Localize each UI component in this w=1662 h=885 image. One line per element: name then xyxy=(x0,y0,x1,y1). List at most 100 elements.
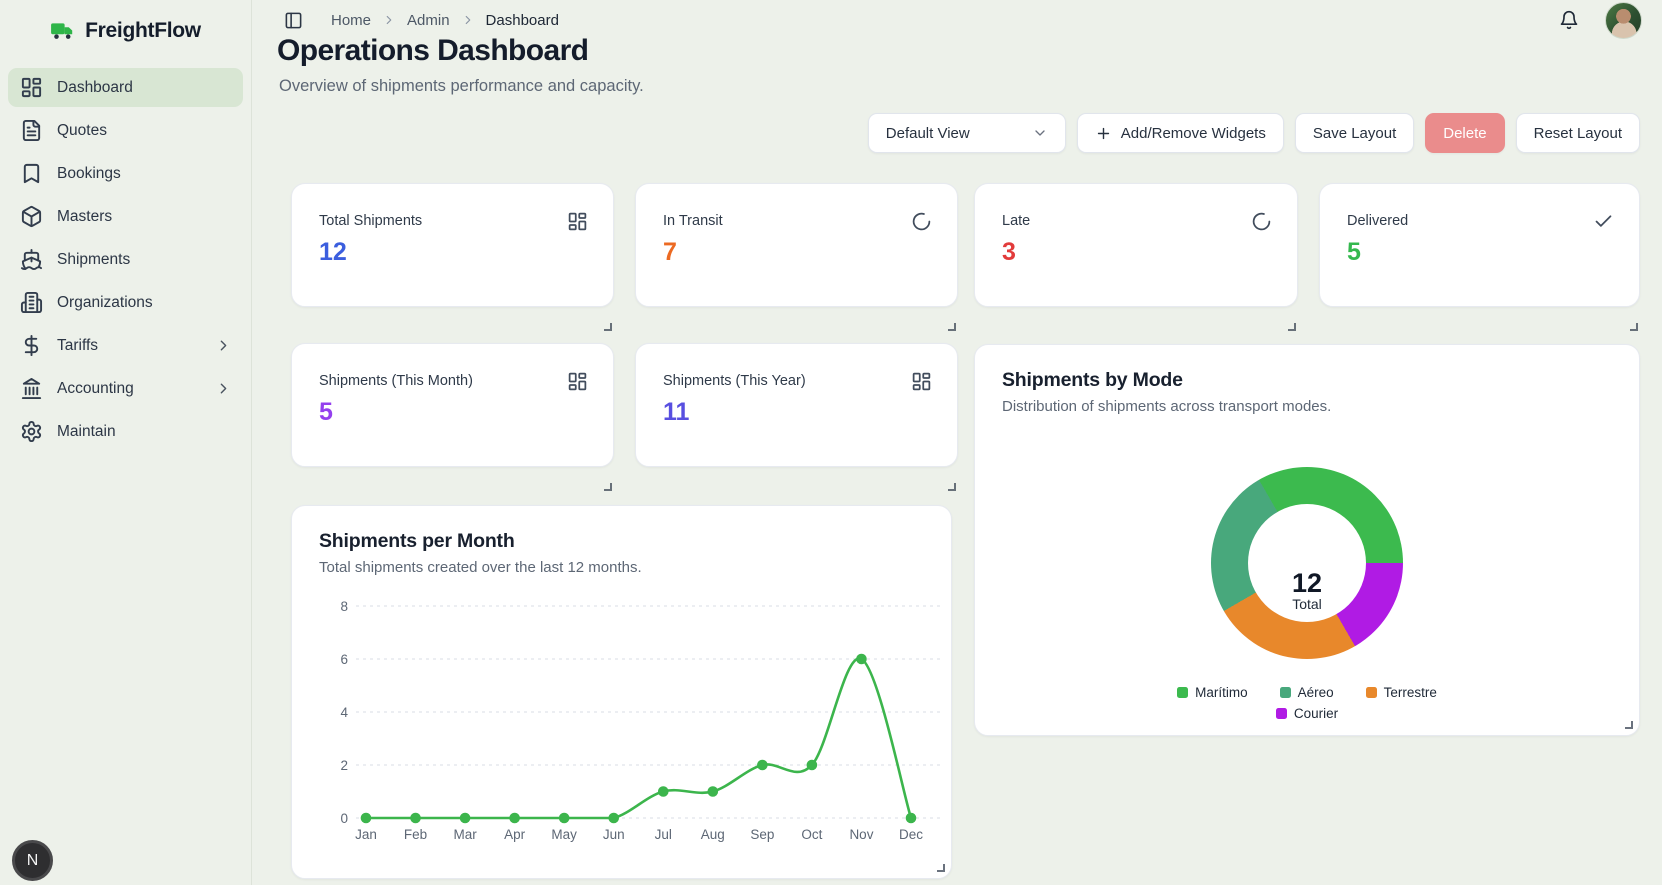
svg-text:2: 2 xyxy=(340,758,348,773)
dashboard-grid-icon xyxy=(911,371,932,392)
sidebar-item-bookings[interactable]: Bookings xyxy=(8,154,243,193)
stat-value: 11 xyxy=(663,398,689,427)
sidebar-item-label: Maintain xyxy=(57,423,116,441)
stat-card-shipments-month: Shipments (This Month) 5 xyxy=(291,343,614,467)
resize-handle[interactable] xyxy=(948,323,956,331)
stat-value: 7 xyxy=(663,238,677,267)
sidebar-item-label: Accounting xyxy=(57,380,134,398)
stat-card-shipments-year: Shipments (This Year) 11 xyxy=(635,343,958,467)
svg-text:Feb: Feb xyxy=(404,827,427,842)
svg-text:Aug: Aug xyxy=(701,827,725,842)
sidebar-item-masters[interactable]: Masters xyxy=(8,197,243,236)
bank-icon xyxy=(19,377,43,401)
sidebar-item-label: Quotes xyxy=(57,122,107,140)
resize-handle[interactable] xyxy=(937,864,945,872)
sidebar-item-organizations[interactable]: Organizations xyxy=(8,283,243,322)
stat-label: Total Shipments xyxy=(319,213,422,229)
stat-value: 3 xyxy=(1002,238,1016,267)
svg-text:Oct: Oct xyxy=(801,827,822,842)
shipments-per-month-card: Shipments per Month Total shipments crea… xyxy=(291,505,952,879)
donut-legend: Marítimo Aéreo Terrestre Courier xyxy=(975,685,1639,721)
legend-item-courier: Courier xyxy=(1276,706,1338,721)
stat-label: Shipments (This Year) xyxy=(663,373,806,389)
stat-value: 5 xyxy=(1347,238,1361,267)
dashboard-grid-icon xyxy=(567,211,588,232)
sidebar-toggle-icon[interactable] xyxy=(284,11,303,30)
sidebar-item-label: Masters xyxy=(57,208,112,226)
breadcrumb-admin[interactable]: Admin xyxy=(407,12,450,29)
chevron-right-icon xyxy=(382,13,396,27)
reset-layout-button[interactable]: Reset Layout xyxy=(1516,113,1640,153)
chevron-right-icon xyxy=(215,337,232,354)
resize-handle[interactable] xyxy=(1625,721,1633,729)
svg-text:0: 0 xyxy=(340,811,348,826)
add-remove-widgets-button[interactable]: Add/Remove Widgets xyxy=(1077,113,1284,153)
view-select-value: Default View xyxy=(886,125,970,142)
page-subtitle: Overview of shipments performance and ca… xyxy=(279,77,644,96)
dashboard-toolbar: Default View Add/Remove Widgets Save Lay… xyxy=(868,113,1640,153)
sidebar-item-label: Dashboard xyxy=(57,79,133,97)
dollar-icon xyxy=(19,334,43,358)
app-name: FreightFlow xyxy=(85,19,201,43)
building-icon xyxy=(19,291,43,315)
topbar-actions xyxy=(1559,2,1642,39)
breadcrumb-home[interactable]: Home xyxy=(331,12,371,29)
resize-handle[interactable] xyxy=(604,323,612,331)
dashboard-grid-icon xyxy=(19,76,43,100)
resize-handle[interactable] xyxy=(1288,323,1296,331)
svg-text:Nov: Nov xyxy=(849,827,873,842)
stat-card-in-transit: In Transit 7 xyxy=(635,183,958,307)
floating-n-button[interactable]: N xyxy=(12,840,53,881)
svg-text:6: 6 xyxy=(340,652,348,667)
sidebar-item-label: Organizations xyxy=(57,294,153,312)
svg-text:Jan: Jan xyxy=(355,827,377,842)
user-avatar[interactable] xyxy=(1605,2,1642,39)
legend-item-aereo: Aéreo xyxy=(1280,685,1334,700)
svg-text:Dec: Dec xyxy=(899,827,923,842)
ship-icon xyxy=(19,248,43,272)
page-title: Operations Dashboard xyxy=(277,34,588,68)
stat-value: 12 xyxy=(319,238,347,267)
package-icon xyxy=(19,205,43,229)
shipments-by-mode-card: Shipments by Mode Distribution of shipme… xyxy=(974,344,1640,736)
stat-value: 5 xyxy=(319,398,333,427)
spinner-icon xyxy=(1251,211,1272,232)
stat-label: Delivered xyxy=(1347,213,1408,229)
legend-swatch xyxy=(1276,708,1287,719)
resize-handle[interactable] xyxy=(1630,323,1638,331)
donut-center-label: 12 Total xyxy=(1211,570,1403,612)
sidebar-item-dashboard[interactable]: Dashboard xyxy=(8,68,243,107)
line-chart-svg: 02468JanFebMarAprMayJunJulAugSepOctNovDe… xyxy=(292,506,953,880)
truck-logo-icon xyxy=(50,18,76,44)
stat-card-delivered: Delivered 5 xyxy=(1319,183,1640,307)
gear-icon xyxy=(19,420,43,444)
legend-swatch xyxy=(1177,687,1188,698)
legend-swatch xyxy=(1280,687,1291,698)
donut-chart: 12 Total xyxy=(1211,467,1403,659)
notifications-bell-icon[interactable] xyxy=(1559,10,1579,30)
bookmark-icon xyxy=(19,162,43,186)
sidebar-item-accounting[interactable]: Accounting xyxy=(8,369,243,408)
svg-text:Jun: Jun xyxy=(603,827,625,842)
sidebar-item-maintain[interactable]: Maintain xyxy=(8,412,243,451)
save-layout-button[interactable]: Save Layout xyxy=(1295,113,1414,153)
stat-label: In Transit xyxy=(663,213,723,229)
sidebar-item-label: Bookings xyxy=(57,165,121,183)
svg-text:May: May xyxy=(551,827,577,842)
resize-handle[interactable] xyxy=(604,483,612,491)
stat-card-total-shipments: Total Shipments 12 xyxy=(291,183,614,307)
stat-card-late: Late 3 xyxy=(974,183,1298,307)
topbar: Home Admin Dashboard xyxy=(284,7,1642,33)
resize-handle[interactable] xyxy=(948,483,956,491)
chart-title: Shipments by Mode xyxy=(1002,369,1183,392)
legend-item-maritimo: Marítimo xyxy=(1177,685,1248,700)
sidebar-item-tariffs[interactable]: Tariffs xyxy=(8,326,243,365)
plus-icon xyxy=(1095,125,1112,142)
delete-button[interactable]: Delete xyxy=(1425,113,1504,153)
sidebar-item-quotes[interactable]: Quotes xyxy=(8,111,243,150)
svg-text:Sep: Sep xyxy=(750,827,774,842)
view-select[interactable]: Default View xyxy=(868,113,1066,153)
sidebar-item-shipments[interactable]: Shipments xyxy=(8,240,243,279)
chevron-right-icon xyxy=(461,13,475,27)
svg-text:4: 4 xyxy=(340,705,348,720)
